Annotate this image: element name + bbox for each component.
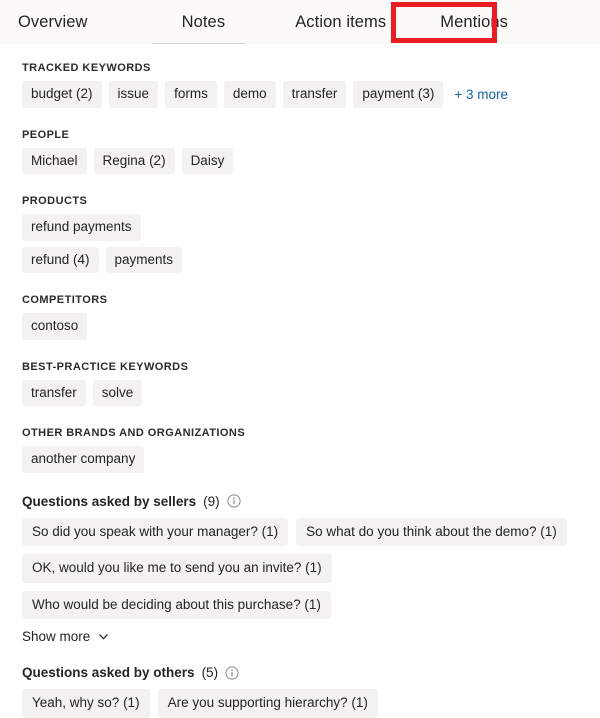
keyword-chip[interactable]: payment (3): [353, 81, 444, 108]
best-practice-chip[interactable]: transfer: [22, 379, 86, 407]
questions-others-chip-list: Yeah, why so? (1) Are you supporting hie…: [22, 689, 588, 718]
section-label: COMPETITORS: [22, 294, 108, 307]
section-best-practice-keywords: BEST-PRACTICE KEYWORDS transfer solve: [22, 361, 600, 407]
chevron-down-icon: [97, 630, 110, 643]
person-chip[interactable]: Daisy: [181, 147, 234, 175]
chip-list: Michael Regina (2) Daisy: [22, 147, 582, 175]
person-chip[interactable]: Regina (2): [93, 147, 175, 175]
question-chip[interactable]: So what do you think about the demo? (1): [296, 517, 567, 547]
section-products: PRODUCTS refund payments refund (4) paym…: [22, 195, 600, 274]
section-label: BEST-PRACTICE KEYWORDS: [22, 360, 189, 373]
keyword-chip[interactable]: demo: [223, 81, 276, 108]
question-chip[interactable]: Yeah, why so? (1): [22, 689, 150, 718]
product-chip[interactable]: payments: [105, 246, 183, 274]
chip-list: another company: [22, 446, 582, 473]
best-practice-chip[interactable]: solve: [92, 379, 143, 407]
keyword-chip[interactable]: issue: [108, 81, 159, 108]
questions-others-count: (5): [201, 665, 219, 681]
questions-sellers-count: (9): [203, 493, 220, 509]
questions-sellers-chip-list: So did you speak with your manager? (1) …: [22, 517, 588, 620]
questions-others-header: Questions asked by others (5): [22, 665, 600, 680]
tab-underline-divider: [152, 43, 246, 44]
brand-chip[interactable]: another company: [22, 446, 145, 473]
question-chip[interactable]: OK, would you like me to send you an inv…: [22, 554, 332, 583]
section-competitors: COMPETITORS contoso: [22, 294, 600, 340]
section-tracked-keywords: TRACKED KEYWORDS budget (2) issue forms …: [22, 62, 600, 108]
product-chip[interactable]: refund (4): [22, 246, 99, 274]
section-label: OTHER BRANDS AND ORGANIZATIONS: [22, 427, 246, 440]
mentions-panel: TRACKED KEYWORDS budget (2) issue forms …: [0, 62, 600, 718]
tab-mentions[interactable]: Mentions: [440, 14, 508, 31]
questions-others-title: Questions asked by others: [22, 665, 195, 681]
section-label: PEOPLE: [22, 128, 70, 141]
tab-notes[interactable]: Notes: [182, 14, 226, 31]
question-chip[interactable]: Are you supporting hierarchy? (1): [157, 689, 378, 718]
tab-bar: Overview Notes Action items Mentions: [0, 0, 600, 44]
competitor-chip[interactable]: contoso: [22, 313, 88, 340]
show-more-label: Show more: [22, 629, 91, 645]
question-chip[interactable]: So did you speak with your manager? (1): [22, 517, 289, 547]
section-people: PEOPLE Michael Regina (2) Daisy: [22, 129, 600, 175]
info-icon[interactable]: [226, 494, 241, 508]
section-questions-others: Questions asked by others (5) Yeah, why …: [22, 665, 600, 718]
questions-sellers-header: Questions asked by sellers (9): [22, 494, 600, 509]
chip-list: contoso: [22, 313, 582, 340]
section-label: TRACKED KEYWORDS: [22, 62, 151, 74]
questions-sellers-title: Questions asked by sellers: [22, 493, 197, 509]
chip-list: transfer solve: [22, 379, 582, 407]
keyword-chip[interactable]: forms: [165, 81, 217, 108]
show-more-sellers-button[interactable]: Show more: [22, 629, 110, 644]
person-chip[interactable]: Michael: [22, 147, 87, 175]
question-chip[interactable]: Who would be deciding about this purchas…: [22, 590, 331, 620]
keyword-chip[interactable]: budget (2): [22, 81, 102, 108]
tab-action-items[interactable]: Action items: [295, 14, 386, 31]
chip-list: budget (2) issue forms demo transfer pay…: [22, 81, 582, 108]
product-chip[interactable]: refund payments: [22, 214, 141, 241]
info-icon[interactable]: [225, 666, 239, 680]
tab-overview[interactable]: Overview: [18, 14, 88, 31]
section-questions-sellers: Questions asked by sellers (9) So did yo…: [22, 494, 600, 644]
chip-list: refund payments refund (4) payments: [22, 214, 212, 274]
section-other-brands: OTHER BRANDS AND ORGANIZATIONS another c…: [22, 427, 600, 473]
show-more-keywords-link[interactable]: + 3 more: [450, 82, 512, 107]
section-label: PRODUCTS: [22, 195, 88, 208]
keyword-chip[interactable]: transfer: [282, 81, 347, 108]
